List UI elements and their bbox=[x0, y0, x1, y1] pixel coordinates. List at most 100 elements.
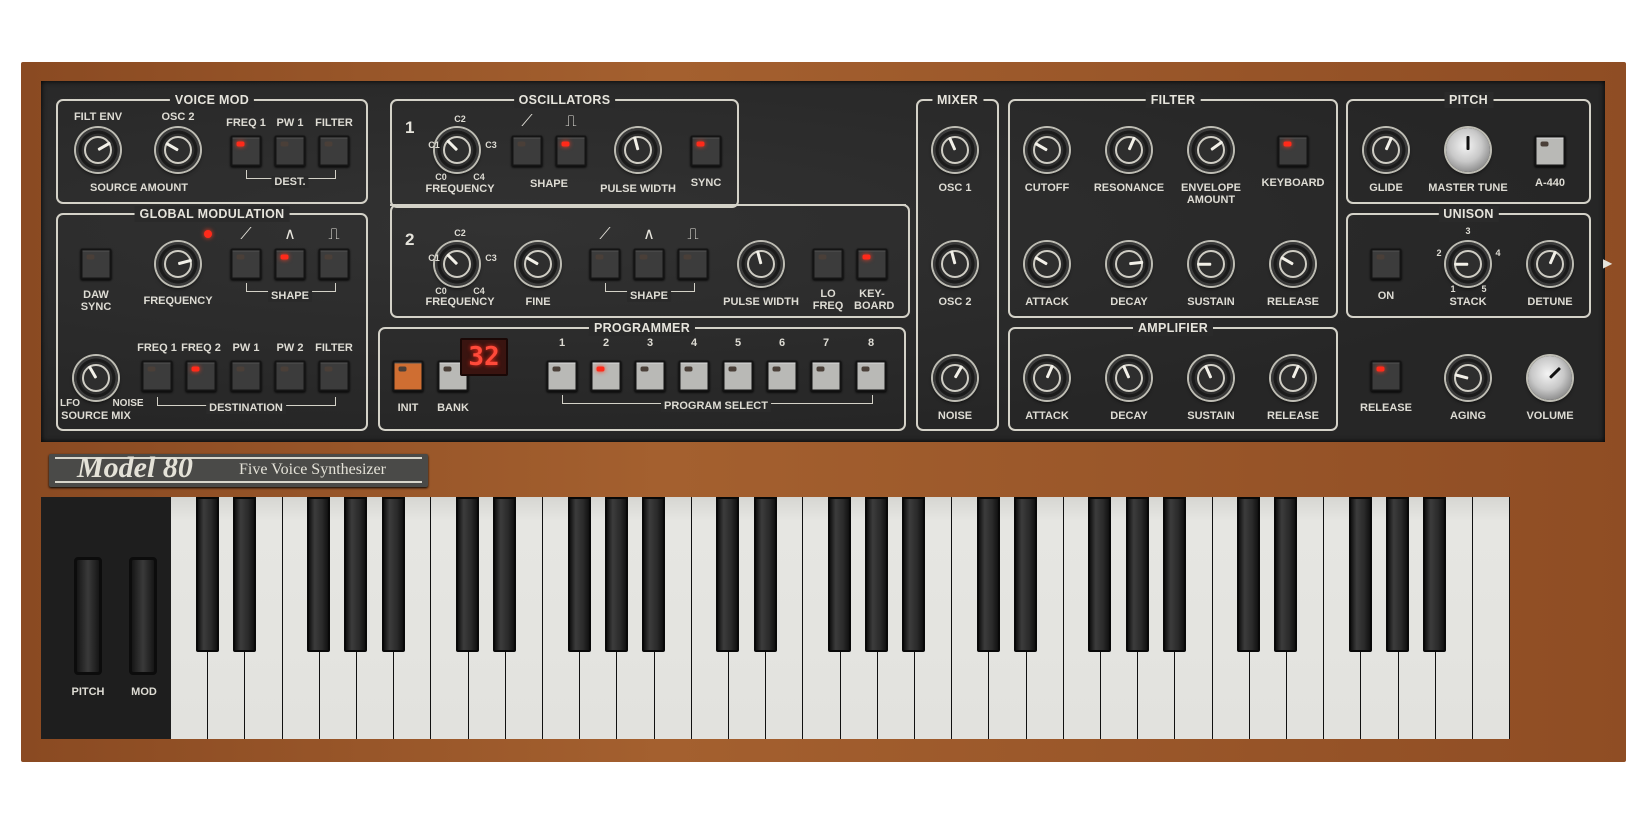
black-key[interactable] bbox=[1274, 497, 1298, 652]
mod-wheel[interactable] bbox=[129, 557, 157, 675]
global-dest-button[interactable] bbox=[230, 360, 262, 392]
black-key[interactable] bbox=[1237, 497, 1261, 652]
master-tune-knob[interactable] bbox=[1446, 128, 1490, 172]
voice-mod-dest-button[interactable] bbox=[230, 135, 262, 167]
filter-sustain-knob-pointer bbox=[1197, 262, 1211, 266]
amp-sustain-knob[interactable] bbox=[1189, 356, 1233, 400]
black-key[interactable] bbox=[1385, 497, 1409, 652]
amp-attack-knob[interactable] bbox=[1025, 356, 1069, 400]
global-dest-button[interactable] bbox=[141, 360, 173, 392]
aging-knob[interactable] bbox=[1446, 356, 1490, 400]
a440-button[interactable] bbox=[1534, 135, 1566, 167]
amp-decay-knob[interactable] bbox=[1107, 356, 1151, 400]
program-select-button[interactable] bbox=[590, 360, 622, 392]
osc1-shape-button[interactable] bbox=[555, 135, 587, 167]
black-key[interactable] bbox=[1162, 497, 1186, 652]
envelope-amount-knob[interactable] bbox=[1189, 128, 1233, 172]
black-key[interactable] bbox=[567, 497, 591, 652]
filter-decay-knob[interactable] bbox=[1107, 242, 1151, 286]
fine-knob-pointer bbox=[525, 255, 539, 266]
program-select-button[interactable] bbox=[855, 360, 887, 392]
expand-arrow-icon[interactable]: ▶ bbox=[1603, 256, 1612, 270]
black-key[interactable] bbox=[604, 497, 628, 652]
cutoff-knob[interactable] bbox=[1025, 128, 1069, 172]
program-select-button[interactable] bbox=[810, 360, 842, 392]
global-dest-button[interactable] bbox=[185, 360, 217, 392]
black-key[interactable] bbox=[1013, 497, 1037, 652]
black-key[interactable] bbox=[865, 497, 889, 652]
osc2-shape-button[interactable] bbox=[633, 248, 665, 280]
a440-label: A-440 bbox=[1535, 177, 1565, 189]
voice-mod-dest-button[interactable] bbox=[318, 135, 350, 167]
filter-release-knob[interactable] bbox=[1271, 242, 1315, 286]
pitch-wheel[interactable] bbox=[74, 557, 102, 675]
black-key[interactable] bbox=[976, 497, 1000, 652]
program-select-button[interactable] bbox=[766, 360, 798, 392]
black-key[interactable] bbox=[232, 497, 256, 652]
lfo-shape-button[interactable] bbox=[230, 248, 262, 280]
filter-attack-knob[interactable] bbox=[1025, 242, 1069, 286]
black-key[interactable] bbox=[902, 497, 926, 652]
pitch-section-title: PITCH bbox=[1444, 92, 1493, 108]
osc1-mix-knob[interactable] bbox=[933, 128, 977, 172]
program-select-button[interactable] bbox=[678, 360, 710, 392]
noise-mix-knob[interactable] bbox=[933, 356, 977, 400]
osc2-keyboard-button[interactable] bbox=[856, 248, 888, 280]
osc2-shape-button-led bbox=[595, 254, 604, 260]
stack-knob[interactable] bbox=[1446, 242, 1490, 286]
filter-sustain-knob[interactable] bbox=[1189, 242, 1233, 286]
black-key[interactable] bbox=[455, 497, 479, 652]
black-key[interactable] bbox=[1125, 497, 1149, 652]
black-key[interactable] bbox=[307, 497, 331, 652]
volume-knob[interactable] bbox=[1528, 356, 1572, 400]
black-key[interactable] bbox=[1088, 497, 1112, 652]
filt-env-knob[interactable] bbox=[76, 128, 120, 172]
global-dest-button[interactable] bbox=[318, 360, 350, 392]
stack-tick-4: 4 bbox=[1495, 248, 1501, 258]
osc1-frequency-knob[interactable] bbox=[435, 128, 479, 172]
lfo-shape-button[interactable] bbox=[318, 248, 350, 280]
program-number-label: 5 bbox=[734, 337, 742, 349]
black-key[interactable] bbox=[493, 497, 517, 652]
black-key[interactable] bbox=[827, 497, 851, 652]
osc2-shape-button[interactable] bbox=[677, 248, 709, 280]
lfo-shape-button[interactable] bbox=[274, 248, 306, 280]
program-select-button[interactable] bbox=[546, 360, 578, 392]
voice-mod-dest-button[interactable] bbox=[274, 135, 306, 167]
osc2-mix-knob[interactable] bbox=[933, 242, 977, 286]
osc2-frequency-knob[interactable] bbox=[435, 242, 479, 286]
fine-knob[interactable] bbox=[516, 242, 560, 286]
white-key[interactable] bbox=[1473, 497, 1511, 739]
osc2-amount-knob[interactable] bbox=[156, 128, 200, 172]
lfo-label: LFO bbox=[60, 398, 80, 409]
black-key[interactable] bbox=[344, 497, 368, 652]
glide-knob[interactable] bbox=[1364, 128, 1408, 172]
source-mix-knob[interactable] bbox=[74, 356, 118, 400]
lo-freq-button[interactable] bbox=[812, 248, 844, 280]
program-select-button[interactable] bbox=[722, 360, 754, 392]
black-key[interactable] bbox=[1423, 497, 1447, 652]
filter-keyboard-button[interactable] bbox=[1277, 135, 1309, 167]
black-key[interactable] bbox=[381, 497, 405, 652]
amp-release-knob[interactable] bbox=[1271, 356, 1315, 400]
detune-knob[interactable] bbox=[1528, 242, 1572, 286]
init-button[interactable] bbox=[392, 360, 424, 392]
global-dest-button[interactable] bbox=[274, 360, 306, 392]
program-select-button[interactable] bbox=[634, 360, 666, 392]
black-key[interactable] bbox=[753, 497, 777, 652]
black-key[interactable] bbox=[641, 497, 665, 652]
black-key[interactable] bbox=[1348, 497, 1372, 652]
release-button[interactable] bbox=[1370, 360, 1402, 392]
black-key[interactable] bbox=[195, 497, 219, 652]
osc2-shape-button[interactable] bbox=[589, 248, 621, 280]
lfo-frequency-knob[interactable] bbox=[156, 242, 200, 286]
pitch-wheel-label: PITCH bbox=[71, 686, 105, 698]
unison-on-button[interactable] bbox=[1370, 248, 1402, 280]
daw-sync-button[interactable] bbox=[80, 248, 112, 280]
osc1-shape-button[interactable] bbox=[511, 135, 543, 167]
resonance-knob[interactable] bbox=[1107, 128, 1151, 172]
sync-button[interactable] bbox=[690, 135, 722, 167]
osc2-pulse-width-knob[interactable] bbox=[739, 242, 783, 286]
black-key[interactable] bbox=[716, 497, 740, 652]
osc1-pulse-width-knob[interactable] bbox=[616, 128, 660, 172]
